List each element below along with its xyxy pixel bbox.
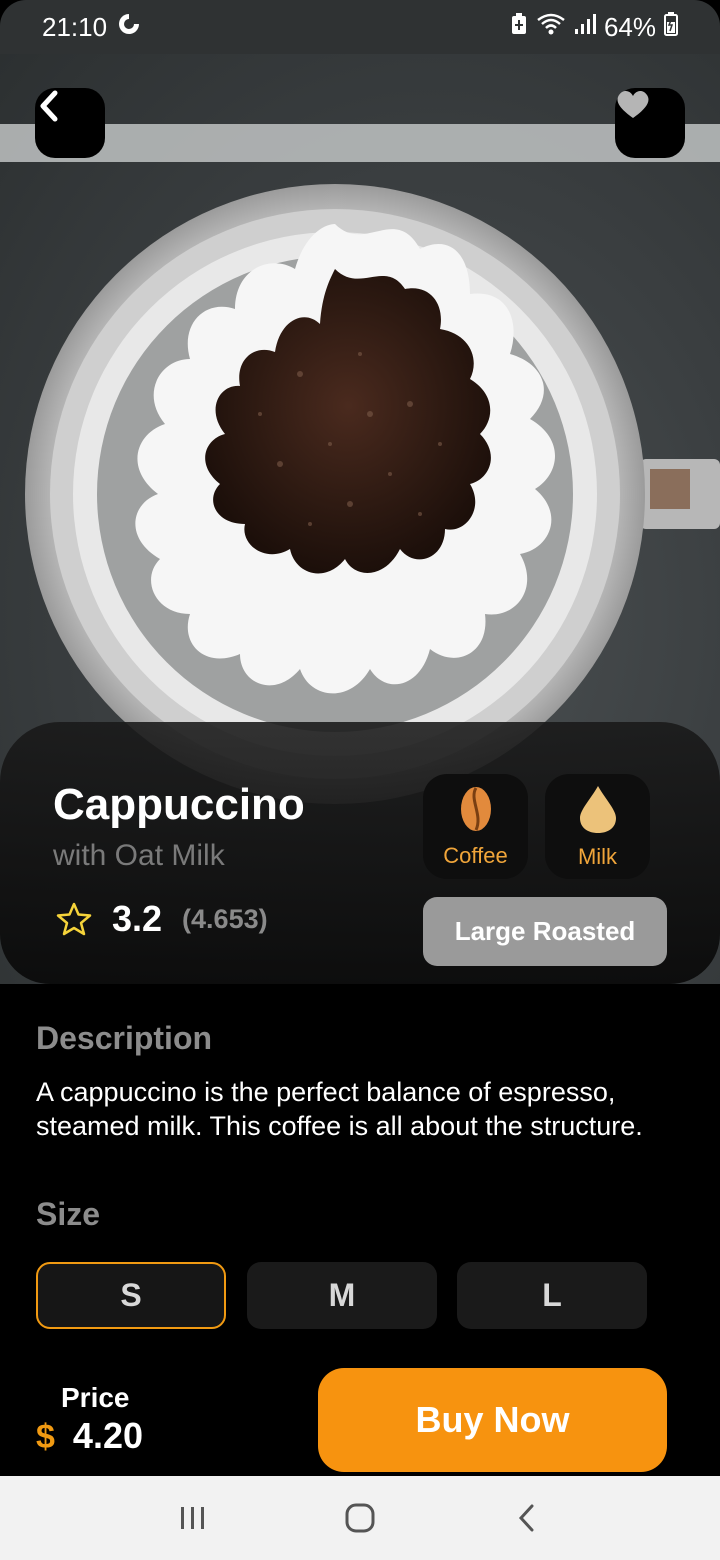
ingredient-chip-milk: Milk	[545, 774, 650, 879]
system-nav-bar	[0, 1476, 720, 1560]
product-info-card: Cappuccino with Oat Milk 3.2 (4.653) Cof…	[0, 722, 720, 984]
product-subtitle: with Oat Milk	[53, 839, 225, 872]
rating-count: (4.653)	[182, 903, 268, 934]
battery-saver-icon	[510, 12, 528, 43]
favorite-button[interactable]	[615, 88, 685, 158]
ingredient-label-milk: Milk	[577, 843, 618, 869]
home-button[interactable]	[330, 1488, 390, 1548]
price-label: Price	[61, 1382, 130, 1413]
chevron-left-icon	[40, 90, 58, 122]
status-bar: 21:10 64%	[0, 0, 720, 54]
price-row: $ 4.20	[36, 1415, 143, 1457]
product-name: Cappuccino	[53, 780, 305, 829]
battery-percent: 64%	[603, 11, 656, 42]
price-currency: $	[36, 1418, 55, 1456]
back-button[interactable]	[35, 88, 105, 158]
wifi-icon	[536, 12, 566, 43]
star-icon	[56, 902, 92, 936]
milk-drop-icon	[579, 785, 616, 833]
size-option-m[interactable]: M	[247, 1262, 437, 1329]
recent-apps-icon	[181, 1507, 205, 1529]
size-title: Size	[36, 1196, 101, 1232]
buy-now-button[interactable]: Buy Now	[318, 1368, 667, 1472]
description-title: Description	[36, 1020, 213, 1056]
heart-icon	[617, 90, 649, 118]
size-option-l[interactable]: L	[457, 1262, 647, 1329]
system-back-button[interactable]	[497, 1488, 557, 1548]
back-arrow-icon	[518, 1504, 534, 1532]
roast-badge: Large Roasted	[423, 897, 667, 966]
recent-apps-button[interactable]	[163, 1488, 223, 1548]
status-time: 21:10	[42, 11, 108, 42]
ingredient-chip-coffee: Coffee	[423, 774, 528, 879]
rating-row: 3.2 (4.653)	[56, 898, 268, 940]
ingredient-label-coffee: Coffee	[443, 842, 508, 868]
size-option-s[interactable]: S	[36, 1262, 226, 1329]
price-value: 4.20	[72, 1415, 143, 1456]
rating-value: 3.2	[112, 898, 163, 939]
signal-icon	[574, 12, 596, 43]
battery-icon	[664, 11, 678, 43]
description-text: A cappuccino is the perfect balance of e…	[36, 1077, 643, 1141]
home-icon	[345, 1503, 375, 1533]
coffee-bean-icon	[460, 786, 491, 831]
sync-icon	[117, 12, 141, 43]
